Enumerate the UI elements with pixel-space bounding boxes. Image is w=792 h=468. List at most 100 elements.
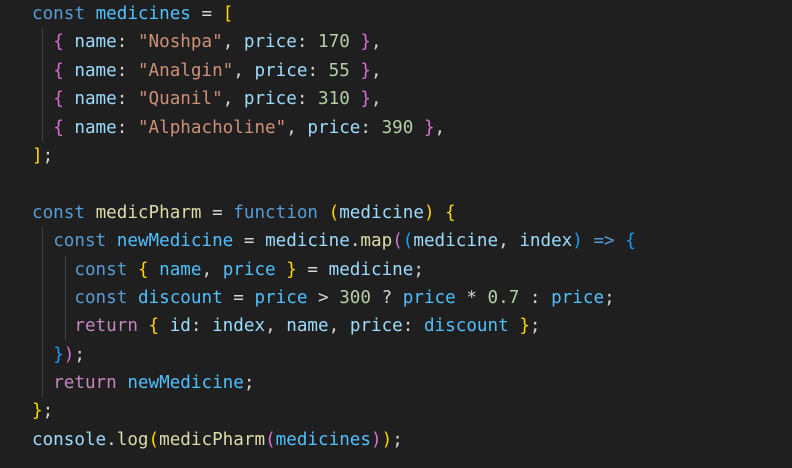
code-token: ? [371,287,403,308]
code-line[interactable]: const medicines = [ [0,0,636,28]
code-token: , [371,32,382,53]
code-token: : [360,117,382,138]
code-token: 170 [318,32,350,53]
indent-guide [42,28,43,57]
code-token: ; [74,344,85,365]
code-token: ( [392,231,403,252]
code-token: return [53,373,117,394]
code-token: { [53,32,64,53]
code-token: : [190,316,213,337]
code-line[interactable]: ]; [0,142,636,170]
code-line[interactable]: console.log(medicPharm(medicines)); [0,426,636,454]
code-token: 310 [318,89,350,110]
code-token: } [360,60,371,81]
code-area[interactable]: const medicines = [ { name: "Noshpa", pr… [0,0,636,454]
code-token: const [53,231,107,252]
code-token: const [32,202,85,223]
indent-guide [42,312,43,341]
indent-guide [42,227,43,256]
indent-guide [65,255,66,284]
code-token: = [201,202,234,223]
indent-guide [42,369,43,398]
code-line[interactable]: return newMedicine; [0,369,636,398]
code-token: medicines [95,4,191,24]
code-token: medicine [339,202,424,223]
code-token: newMedicine [127,373,244,394]
code-token: > [307,287,340,308]
indent-guide [42,56,43,86]
indent-guide [42,283,43,313]
code-token: = [190,4,223,24]
code-token: name [74,89,117,110]
code-line[interactable]: const { name, price } = medicine; [0,255,636,284]
code-token: , [371,89,382,110]
code-token: } [519,316,530,337]
code-token: discount [137,287,223,308]
code-token: ; [604,287,615,308]
code-token: . [349,231,361,252]
code-token: price [243,89,297,110]
code-editor[interactable]: const medicines = [ { name: "Noshpa", pr… [0,0,792,468]
code-token: { [137,259,149,280]
code-token: { [53,60,64,81]
code-token: } [32,401,43,422]
code-token: : [116,89,138,110]
code-line[interactable]: { name: "Noshpa", price: 170 }, [0,28,636,57]
code-line[interactable]: { name: "Alphacholine", price: 390 }, [0,113,636,142]
code-token: } [53,344,64,365]
indent-guide [42,255,43,284]
code-token: 55 [328,60,350,81]
code-line[interactable]: { name: "Quanil", price: 310 }, [0,85,636,114]
code-token: price [402,287,456,308]
code-token: , [286,117,308,138]
indent-guide [42,113,43,142]
code-token: 390 [381,117,414,138]
code-line[interactable]: }); [0,340,636,370]
code-line[interactable]: return { id: index, name, price: discoun… [0,312,636,341]
code-token: ; [243,373,255,394]
code-token: medicPharm [159,429,266,450]
code-token: : [402,316,424,337]
code-token: [ [222,4,234,24]
code-token: name [74,117,117,138]
indent-guide [42,340,43,370]
code-line[interactable]: }; [0,397,636,425]
code-token: , [498,231,520,252]
code-token: price [551,287,605,308]
code-line[interactable]: const discount = price > 300 ? price * 0… [0,283,636,313]
indentation [32,316,74,336]
code-token: price [307,117,361,138]
code-token: price [349,316,403,337]
code-token: : [307,60,329,81]
code-line[interactable]: const newMedicine = medicine.map((medici… [0,227,636,256]
code-token: map [360,231,393,252]
code-token: ) [423,202,435,223]
code-token: ; [42,401,54,422]
code-line[interactable] [0,170,636,198]
code-token: ) [63,344,75,365]
code-token: , [222,32,244,53]
code-token: ; [42,145,54,166]
code-token: medicine [328,259,414,280]
code-token: "Noshpa" [137,32,223,53]
code-token: "Analgin" [137,60,234,81]
code-token: return [74,316,138,337]
code-token: ; [413,259,424,280]
code-token: } [286,259,297,280]
code-line[interactable]: { name: "Analgin", price: 55 }, [0,56,636,86]
code-token: name [159,259,202,280]
code-token: * [455,287,488,308]
code-token: , [434,117,446,138]
code-token: console [32,429,107,450]
code-line[interactable]: const medicPharm = function (medicine) { [0,199,636,227]
